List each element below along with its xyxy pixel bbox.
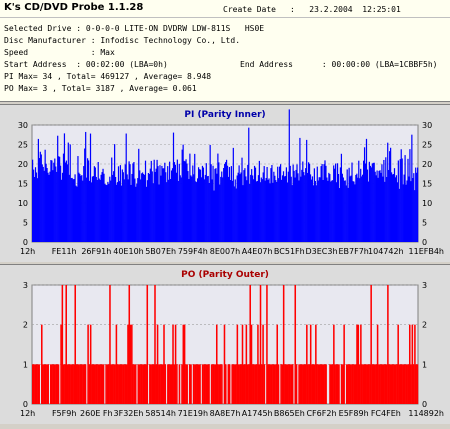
y-tick-label-left: 2 <box>23 321 28 330</box>
x-tick-label: 12h <box>20 409 35 418</box>
data-bar <box>186 364 188 404</box>
data-bar <box>199 364 201 404</box>
y-tick-label-right: 2 <box>422 321 427 330</box>
x-tick-label: A4E07h <box>242 247 273 256</box>
y-tick-label-left: 30 <box>18 121 28 130</box>
x-tick-label: FC4FEh <box>371 409 401 418</box>
y-tick-label-right: 3 <box>422 281 427 290</box>
y-tick-label-right: 5 <box>422 219 427 228</box>
y-tick-label-left: 5 <box>23 219 28 228</box>
end-address-line: End Address : 00:00:00 (LBA=1CBBF5h) <box>240 60 438 69</box>
y-tick-label-left: 15 <box>18 180 28 189</box>
x-tick-label: 26F91h <box>81 247 111 256</box>
x-tick-label: 11EFB4h <box>409 247 444 256</box>
po-chart: PO (Parity Outer) 0 0 1 1 2 2 3 3 12h F5F9h 260E Fh… <box>20 270 444 418</box>
y-tick-label-right: 30 <box>422 121 432 130</box>
y-tick-label-right: 1 <box>422 360 427 369</box>
pi-chart: PI (Parity Inner) 0 0 5 5 10 10 15 15 20 20 25 25 30 3… <box>18 109 444 256</box>
y-tick-label-right: 10 <box>422 199 432 208</box>
data-bar <box>221 364 223 404</box>
data-bar <box>416 364 419 404</box>
chart-title: PO (Parity Outer) <box>181 270 269 280</box>
y-tick-label-left: 20 <box>18 160 28 169</box>
x-tick-label: 104742h <box>368 247 404 256</box>
x-tick-label: A1745h <box>242 409 273 418</box>
y-tick-label-left: 25 <box>18 141 28 150</box>
selected-drive-line: Selected Drive : 0-0-0-0 LITE-ON DVDRW L… <box>4 24 265 33</box>
y-tick-label-right: 15 <box>422 180 432 189</box>
x-tick-label: 71E19h <box>178 409 208 418</box>
data-bar <box>102 364 105 404</box>
data-bar <box>190 364 192 404</box>
data-bar <box>84 364 87 404</box>
y-tick-label-right: 0 <box>422 238 427 247</box>
data-bar <box>338 364 340 404</box>
pi-chart-panel: PI (Parity Inner) 0 0 5 5 10 10 15 15 20 20 25 25 30 3… <box>0 104 450 262</box>
data-bar <box>343 324 345 404</box>
header-divider <box>0 17 450 18</box>
x-tick-label: BC51Fh <box>274 247 305 256</box>
x-tick-label: 260E Fh <box>80 409 113 418</box>
data-bar <box>225 364 227 404</box>
x-tick-label: E5F89h <box>339 409 369 418</box>
create-date-label: Create Date <box>223 5 276 14</box>
data-bar <box>178 364 181 404</box>
pi-summary-line: PI Max= 34 , Total= 469127 , Average= 8.… <box>4 72 212 81</box>
y-tick-label-left: 10 <box>18 199 28 208</box>
chart-title: PI (Parity Inner) <box>184 110 265 120</box>
disc-manufacturer-line: Disc Manufacturer : Infodisc Technology … <box>4 36 241 45</box>
create-date-value: : 23.2.2004 12:25:01 <box>290 5 401 14</box>
start-address-line: Start Address : 00:02:00 (LBA=0h) <box>4 60 168 69</box>
x-tick-label: F5F9h <box>52 409 76 418</box>
x-tick-label: B865Eh <box>274 409 305 418</box>
data-bar <box>263 364 266 404</box>
data-bar <box>134 364 137 404</box>
x-tick-label: EB7F7h <box>338 247 368 256</box>
data-bar <box>57 364 60 404</box>
y-tick-label-left: 1 <box>23 360 28 369</box>
y-tick-label-left: 3 <box>23 281 28 290</box>
x-tick-label: FE11h <box>52 247 77 256</box>
data-bar <box>295 364 298 404</box>
po-chart-panel: PO (Parity Outer) 0 0 1 1 2 2 3 3 12h F5F9h 260E Fh… <box>0 264 450 424</box>
y-tick-label-right: 20 <box>422 160 432 169</box>
y-tick-label-left: 0 <box>23 238 28 247</box>
x-tick-label: 12h <box>20 247 35 256</box>
data-bar <box>291 364 294 404</box>
data-bar <box>277 364 280 404</box>
app-title: K's CD/DVD Probe 1.1.28 <box>4 2 144 13</box>
data-bar <box>146 285 149 404</box>
data-bar <box>417 167 419 242</box>
x-tick-label: CF6F2h <box>306 409 336 418</box>
x-tick-label: 114892h <box>408 409 444 418</box>
x-tick-label: 5B07Eh <box>145 247 176 256</box>
data-bar <box>208 364 210 404</box>
speed-line: Speed : Max <box>4 48 115 57</box>
x-tick-label: 3F32Eh <box>114 409 144 418</box>
data-bar <box>164 364 167 404</box>
data-bar <box>176 364 178 404</box>
info-header: K's CD/DVD Probe 1.1.28 Create Date : 23… <box>0 0 450 102</box>
y-tick-label-left: 0 <box>23 400 28 409</box>
x-tick-label: D3EC3h <box>305 247 337 256</box>
x-tick-label: 58514h <box>145 409 176 418</box>
x-tick-label: 8A8E7h <box>210 409 241 418</box>
data-bar <box>38 364 40 404</box>
x-tick-label: 8E007h <box>210 247 240 256</box>
y-tick-label-right: 25 <box>422 141 432 150</box>
data-bar <box>47 364 49 404</box>
po-summary-line: PO Max= 3 , Total= 3187 , Average= 0.061 <box>4 84 197 93</box>
x-tick-label: 759F4h <box>178 247 208 256</box>
data-bar <box>228 364 231 404</box>
data-bar <box>325 364 327 404</box>
x-tick-label: 40E10h <box>113 247 143 256</box>
y-tick-label-right: 0 <box>422 400 427 409</box>
